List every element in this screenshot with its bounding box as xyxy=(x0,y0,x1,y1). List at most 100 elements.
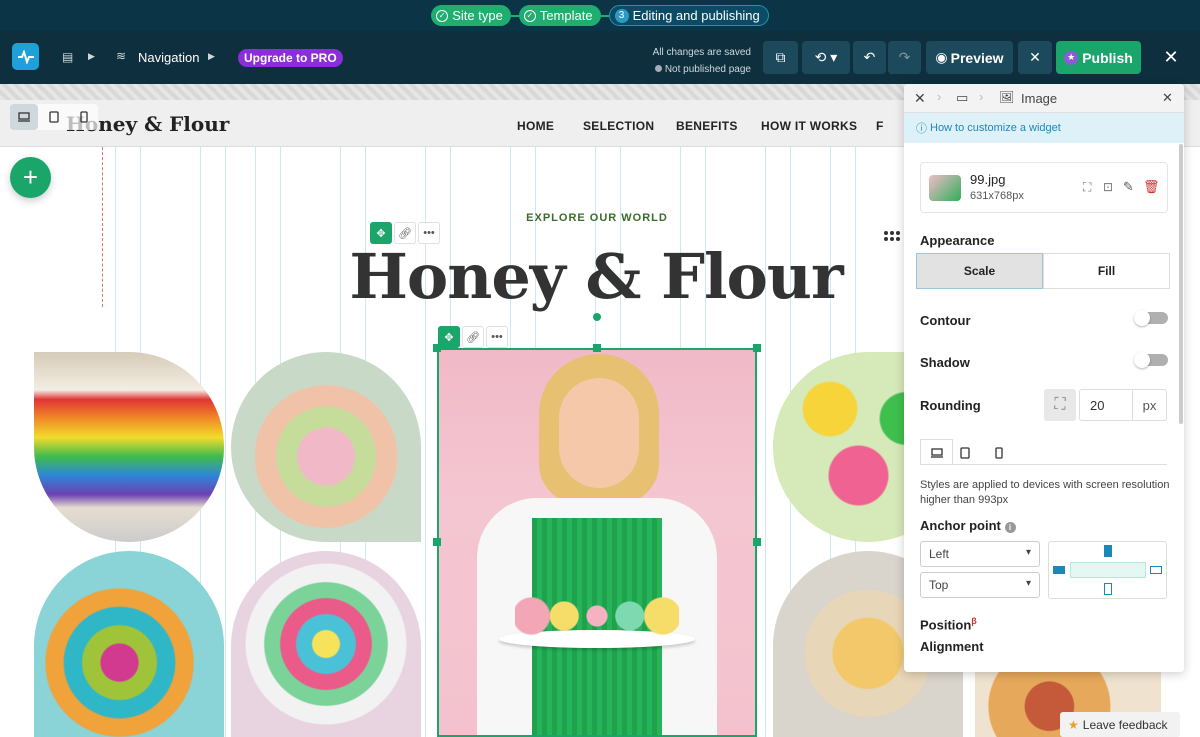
rainbow-cake-image[interactable] xyxy=(34,352,224,542)
app-logo[interactable] xyxy=(12,43,39,70)
anchor-box xyxy=(1070,562,1146,578)
nav-how-it-works[interactable]: HOW IT WORKS xyxy=(761,119,857,133)
rounding-input[interactable]: 20 px xyxy=(1079,389,1167,421)
preview-button[interactable]: ◉ Preview xyxy=(926,41,1013,74)
appearance-label: Appearance xyxy=(920,233,995,248)
chevron-right-icon: › xyxy=(979,89,984,104)
mobile-icon[interactable] xyxy=(70,104,98,130)
rounding-label: Rounding xyxy=(920,398,981,413)
step-editing-publishing[interactable]: 3 Editing and publishing xyxy=(608,5,769,26)
contour-toggle[interactable] xyxy=(1134,310,1168,326)
nav-home[interactable]: HOME xyxy=(517,119,554,133)
editor-toolbar: ▤ ▶ ≋ Navigation ▶ Upgrade to PRO All ch… xyxy=(0,31,1200,84)
close-editor-button[interactable]: ✕ xyxy=(1156,41,1186,74)
scale-option[interactable]: Scale xyxy=(916,253,1043,289)
anchor-vertical-select[interactable]: Top ▾ xyxy=(920,572,1040,598)
grid-column-line xyxy=(225,147,226,737)
resize-handle[interactable] xyxy=(753,344,761,352)
undo-button[interactable]: ↶ xyxy=(853,41,886,74)
pages-icon[interactable]: ▤ xyxy=(62,50,73,64)
layers-icon: ≋ xyxy=(116,49,127,63)
help-link[interactable]: ⓘ How to customize a widget xyxy=(904,113,1184,143)
star-icon: ★ xyxy=(1064,50,1079,65)
design-tools-button[interactable]: ✕ xyxy=(1018,41,1052,74)
file-name: 99.jpg xyxy=(970,172,1006,187)
nav-selection[interactable]: SELECTION xyxy=(583,119,654,133)
eye-icon: ◉ xyxy=(935,49,948,65)
close-icon[interactable]: ✕ xyxy=(1162,90,1173,106)
upgrade-button[interactable]: Upgrade to PRO xyxy=(238,49,343,67)
publish-status-text: Not published page xyxy=(620,61,751,78)
chevron-down-icon: ▾ xyxy=(1025,578,1031,589)
panel-scrollbar[interactable] xyxy=(1179,144,1183,424)
redo-icon: ↷ xyxy=(898,49,911,65)
crop-icon[interactable]: ⛶ xyxy=(1083,180,1091,195)
panel-header: ✕ › ▭ › 🖼︎ Image ✕ xyxy=(904,84,1184,113)
add-element-button[interactable]: + xyxy=(10,157,51,198)
link-icon[interactable]: 🔗︎ xyxy=(462,326,484,348)
image-widget-controls: ✥ 🔗︎ ••• xyxy=(438,326,508,348)
position-label: Positionβ xyxy=(920,616,977,633)
mobile-icon[interactable] xyxy=(995,446,1003,464)
check-icon: ✓ xyxy=(523,9,536,22)
info-icon: ⓘ xyxy=(916,123,927,135)
desktop-icon[interactable] xyxy=(10,104,38,130)
file-card: 99.jpg 631x768px ⛶ ⊡ ✎ 🗑︎ xyxy=(920,162,1168,213)
anchor-left[interactable] xyxy=(1053,566,1065,574)
section-icon[interactable]: ▭ xyxy=(956,90,968,106)
donut-tower-image[interactable] xyxy=(231,551,421,737)
contour-label: Contour xyxy=(920,313,971,328)
feedback-button[interactable]: ★ Leave feedback xyxy=(1060,712,1180,737)
publish-button[interactable]: ★ Publish xyxy=(1056,41,1141,74)
device-switcher xyxy=(10,104,98,130)
nav-benefits[interactable]: BENEFITS xyxy=(676,119,738,133)
tablet-icon[interactable] xyxy=(40,104,68,130)
info-icon[interactable]: i xyxy=(1004,522,1016,533)
desktop-icon[interactable] xyxy=(920,439,953,465)
step-site-type[interactable]: ✓ Site type xyxy=(431,5,511,26)
image-icon: 🖼︎ xyxy=(999,90,1015,104)
rotate-handle[interactable] xyxy=(593,313,601,321)
anchor-right[interactable] xyxy=(1150,566,1162,574)
focus-icon[interactable]: ⊡ xyxy=(1103,180,1113,194)
device-note: Styles are applied to devices with scree… xyxy=(920,479,1170,506)
fill-option[interactable]: Fill xyxy=(1043,253,1170,289)
move-icon[interactable]: ✥ xyxy=(438,326,460,348)
anchor-bottom[interactable] xyxy=(1104,583,1112,595)
cake-pops-image[interactable] xyxy=(34,551,224,737)
resize-handle[interactable] xyxy=(433,538,441,546)
tools-icon: ✕ xyxy=(1029,49,1041,65)
delete-icon[interactable]: 🗑︎ xyxy=(1143,179,1160,195)
breadcrumb-navigation[interactable]: Navigation xyxy=(138,50,199,65)
history-button[interactable]: ⟲ ▾ xyxy=(802,41,850,74)
panel-title: Image xyxy=(1021,91,1058,106)
rounding-unit[interactable]: px xyxy=(1132,390,1166,420)
section-tagline[interactable]: EXPLORE OUR WORLD xyxy=(497,212,697,224)
tools-icon[interactable]: ✕ xyxy=(914,90,926,107)
anchor-picker[interactable] xyxy=(1048,541,1167,599)
rounding-value[interactable]: 20 xyxy=(1080,390,1132,420)
nav-more[interactable]: F xyxy=(876,119,884,133)
marshmallow-image[interactable] xyxy=(231,352,421,542)
tablet-icon[interactable] xyxy=(960,446,970,464)
site-settings-button[interactable]: ⧉ xyxy=(763,41,798,74)
step-template[interactable]: ✓ Template xyxy=(518,5,601,26)
corner-rounding-icon[interactable]: ⛶ xyxy=(1044,389,1076,421)
edit-icon[interactable]: ✎ xyxy=(1123,179,1134,195)
resize-handle[interactable] xyxy=(593,344,601,352)
close-icon: ✕ xyxy=(1163,47,1179,67)
anchor-top[interactable] xyxy=(1104,545,1112,557)
chevron-down-icon: ▾ xyxy=(1025,547,1031,558)
anchor-horizontal-select[interactable]: Left ▾ xyxy=(920,541,1040,567)
step-label: Site type xyxy=(452,8,503,23)
more-icon[interactable]: ••• xyxy=(486,326,508,348)
star-icon: ★ xyxy=(1068,717,1079,732)
saved-text: All changes are saved xyxy=(652,47,751,58)
redo-button[interactable]: ↷ xyxy=(888,41,921,74)
resize-handle[interactable] xyxy=(753,538,761,546)
save-status: All changes are saved Not published page xyxy=(620,44,751,78)
hero-title[interactable]: Honey & Flour xyxy=(330,240,862,313)
panel-drag-handle[interactable] xyxy=(884,226,900,246)
shadow-toggle[interactable] xyxy=(1134,352,1168,368)
step-label: Editing and publishing xyxy=(632,8,760,23)
